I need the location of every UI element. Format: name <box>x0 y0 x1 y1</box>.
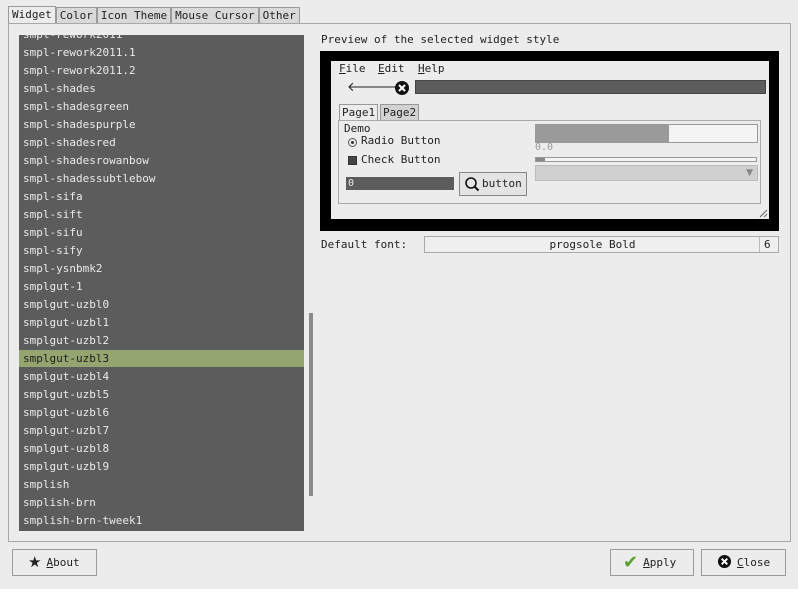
check-button-label[interactable]: Check Button <box>361 153 440 166</box>
preview-button[interactable]: button <box>459 172 527 196</box>
preview-button-label: button <box>482 177 522 190</box>
forward-icon[interactable]: 🡒 <box>371 80 406 96</box>
list-item[interactable]: smplgut-uzbl2 <box>19 332 304 349</box>
list-item[interactable]: smpl-sifa <box>19 188 304 205</box>
list-item[interactable]: smpl-ysnbmk2 <box>19 260 304 277</box>
back-icon[interactable]: 🡐 <box>347 80 382 96</box>
radio-icon[interactable] <box>348 138 357 147</box>
star-icon: ★ <box>28 553 42 571</box>
theme-list-scrollbar[interactable] <box>309 313 313 496</box>
search-icon <box>464 176 480 195</box>
list-item[interactable]: smplgut-uzbl5 <box>19 386 304 403</box>
preview-menu-edit[interactable]: Edit <box>378 62 405 75</box>
list-item[interactable]: smplish-brn-tweek1 <box>19 512 304 529</box>
scale-slider-knob[interactable] <box>536 158 545 161</box>
resize-grip-icon[interactable] <box>758 208 768 218</box>
stop-icon[interactable] <box>394 80 410 96</box>
list-item[interactable]: smplgut-uzbl4 <box>19 368 304 385</box>
close-icon <box>717 554 732 572</box>
close-button[interactable]: Close <box>701 549 786 576</box>
list-item[interactable]: smplgut-uzbl3 <box>19 350 304 367</box>
list-item[interactable]: smpl-rework2011.1 <box>19 44 304 61</box>
preview-spin-entry[interactable]: 0 <box>346 177 454 190</box>
default-font-label: Default font: <box>321 238 408 251</box>
list-item[interactable]: smpl-shadesgreen <box>19 98 304 115</box>
font-picker-button[interactable]: progsole Bold 6 <box>424 236 779 253</box>
font-name: progsole Bold <box>549 238 636 251</box>
list-item[interactable]: smplgut-uzbl9 <box>19 458 304 475</box>
list-item[interactable]: smpl-sift <box>19 206 304 223</box>
list-item[interactable]: smplgut-1 <box>19 278 304 295</box>
list-item[interactable]: smpl-shades <box>19 80 304 97</box>
scale-value: 0.0 <box>535 142 554 153</box>
list-item[interactable]: smplgut-uzbl6 <box>19 404 304 421</box>
apply-button[interactable]: ✔ Apply <box>610 549 694 576</box>
list-item[interactable]: smplgut-uzbl0 <box>19 296 304 313</box>
font-size: 6 <box>764 238 771 251</box>
preview-combo[interactable]: ▼ <box>535 165 758 181</box>
list-item[interactable]: smplish-brn <box>19 494 304 511</box>
list-item[interactable]: smpl-rework2011.2 <box>19 62 304 79</box>
preview-menu-file[interactable]: File <box>339 62 366 75</box>
tab-mouse-cursor[interactable]: Mouse Cursor <box>171 7 259 24</box>
preview-menu-help[interactable]: Help <box>418 62 445 75</box>
list-item[interactable]: smplgut-uzbl1 <box>19 314 304 331</box>
notebook-tabs: Widget Color Icon Theme Mouse Cursor Oth… <box>8 6 300 24</box>
radio-button-label[interactable]: Radio Button <box>361 134 440 147</box>
preview-tab-page1[interactable]: Page1 <box>339 104 379 120</box>
list-item[interactable]: smpl-rework2011 <box>19 35 304 43</box>
preview-scale[interactable] <box>535 157 757 162</box>
progress-fill <box>536 125 669 142</box>
preview-address-entry[interactable] <box>415 80 766 94</box>
chevron-down-icon: ▼ <box>746 168 753 178</box>
list-item[interactable]: smpl-shadesred <box>19 134 304 151</box>
list-item[interactable]: smpl-shadesrowanbow <box>19 152 304 169</box>
tab-color[interactable]: Color <box>55 7 97 24</box>
preview-label: Preview of the selected widget style <box>321 33 560 46</box>
list-item[interactable]: smplish <box>19 476 304 493</box>
list-item[interactable]: smpl-shadespurple <box>19 116 304 133</box>
list-item[interactable]: smpl-sify <box>19 242 304 259</box>
font-size-divider <box>759 237 760 252</box>
theme-list[interactable]: smpl-rework2011smpl-rework2011.1smpl-rew… <box>19 35 304 531</box>
checkbox-icon[interactable] <box>348 156 357 165</box>
tab-other[interactable]: Other <box>258 7 300 24</box>
list-item[interactable]: smplgut-uzbl8 <box>19 440 304 457</box>
list-item[interactable]: smpl-sifu <box>19 224 304 241</box>
preview-tab-page2[interactable]: Page2 <box>380 104 420 120</box>
checkmark-icon: ✔ <box>623 551 639 573</box>
list-item[interactable]: smpl-shadessubtlebow <box>19 170 304 187</box>
list-item[interactable]: smplgut-uzbl7 <box>19 422 304 439</box>
preview-progress-bar <box>535 124 758 143</box>
tab-icon-theme[interactable]: Icon Theme <box>96 7 172 24</box>
about-button[interactable]: ★ About <box>12 549 97 576</box>
tab-widget[interactable]: Widget <box>8 6 56 24</box>
